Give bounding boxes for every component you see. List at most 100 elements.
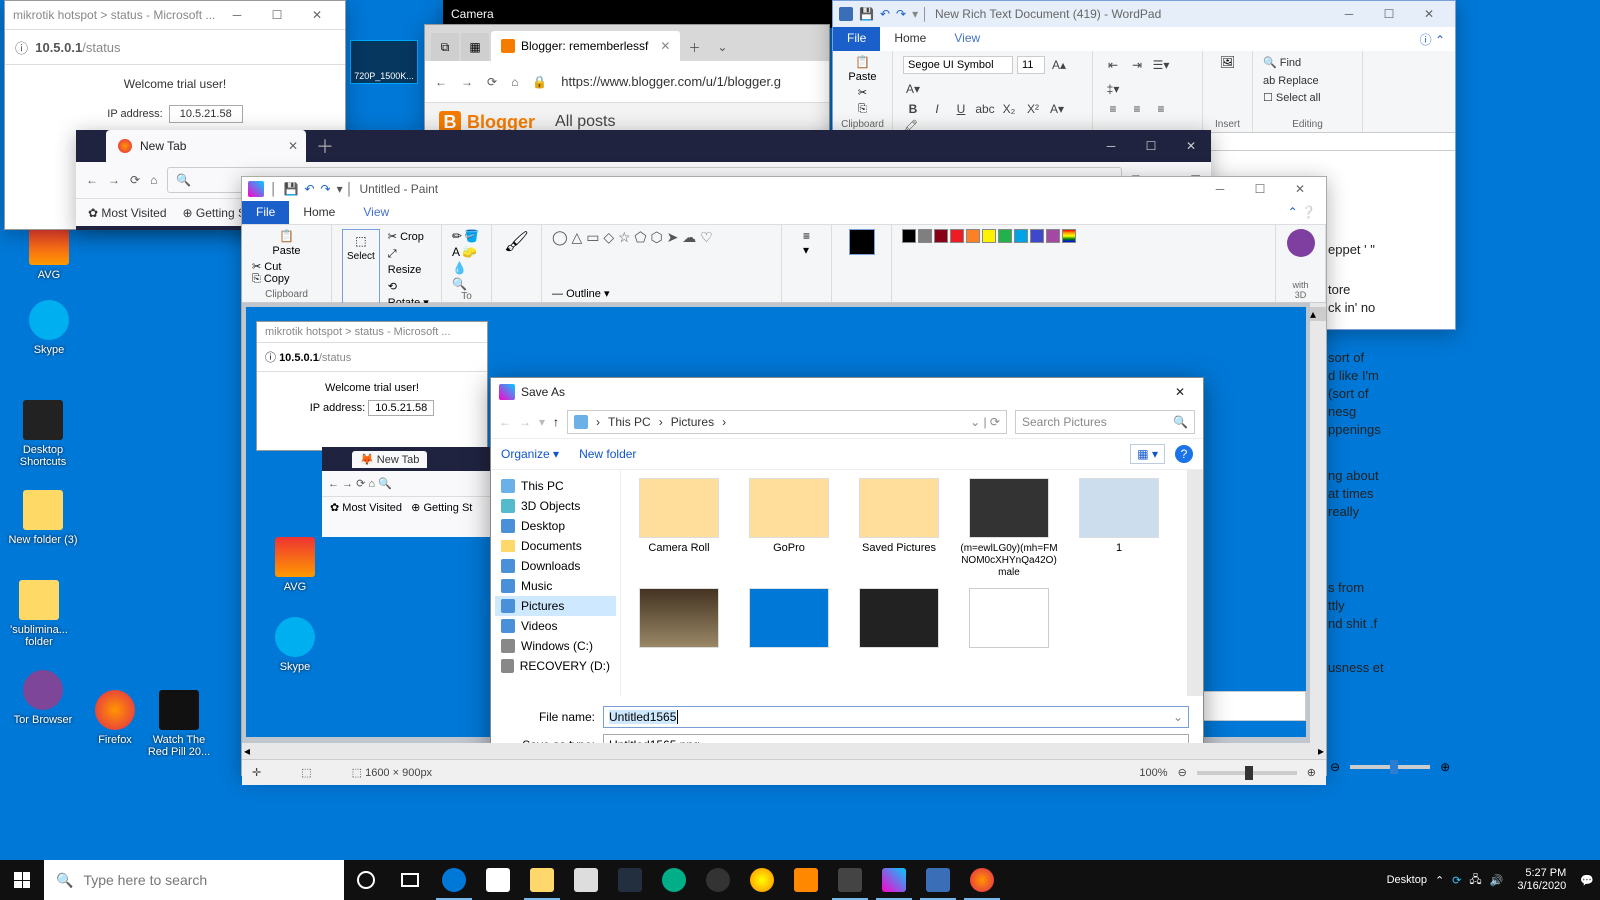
zoom-in-button[interactable]: ⊕: [1307, 766, 1316, 779]
outline-button[interactable]: — Outline ▾: [552, 288, 610, 300]
tab-dropdown-icon[interactable]: ⌄: [708, 33, 736, 61]
vertical-scrollbar[interactable]: ▴: [1310, 303, 1326, 743]
forward-button[interactable]: →: [461, 75, 473, 89]
bookmark-most-visited[interactable]: ✿ Most Visited: [88, 206, 167, 220]
tray-network-icon[interactable]: 🖧: [1469, 871, 1481, 890]
cut-button[interactable]: ✂ Cut: [252, 261, 281, 273]
paste-button[interactable]: 📋Paste: [252, 229, 321, 257]
tab-view[interactable]: View: [940, 27, 994, 51]
desktop-icon-tor[interactable]: Tor Browser: [8, 670, 78, 726]
save-icon[interactable]: 💾: [284, 182, 299, 196]
back-button[interactable]: ←: [86, 173, 98, 187]
reload-button[interactable]: ⟳: [130, 173, 140, 187]
nav-recent-icon[interactable]: ▾: [539, 415, 545, 429]
select-button[interactable]: ⬚Select: [342, 229, 380, 312]
address-bar[interactable]: ⓘ 10.5.0.1/status: [5, 29, 345, 65]
camera-taskbar-icon[interactable]: [828, 860, 872, 900]
close-button[interactable]: ✕: [1409, 0, 1449, 28]
selectall-button[interactable]: ☐ Select all: [1263, 90, 1352, 108]
minimize-button[interactable]: ─: [1091, 132, 1131, 160]
find-button[interactable]: 🔍 Find: [1263, 55, 1352, 73]
resize-button[interactable]: ⤢ Resize: [388, 246, 431, 279]
search-input[interactable]: Search Pictures🔍: [1015, 410, 1195, 434]
copy-button[interactable]: ⎘ Copy: [252, 273, 290, 285]
folder-item[interactable]: Saved Pictures: [849, 478, 949, 578]
underline-button[interactable]: U: [951, 99, 971, 119]
desktop-toolbar[interactable]: Desktop: [1387, 874, 1427, 886]
undo-icon[interactable]: ↶: [880, 7, 890, 21]
crop-button[interactable]: ✂ Crop: [388, 229, 431, 246]
maximize-button[interactable]: ☐: [1131, 132, 1171, 160]
minimize-button[interactable]: ─: [1329, 0, 1369, 28]
filename-input[interactable]: Untitled1565⌄: [603, 706, 1189, 728]
desktop-icon-shortcuts[interactable]: Desktop Shortcuts: [8, 400, 78, 468]
replace-button[interactable]: ab Replace: [1263, 73, 1352, 91]
copy-icon[interactable]: ⎘: [858, 103, 867, 116]
desktop-icon-subliminal[interactable]: 'sublimina... folder: [4, 580, 74, 648]
store-taskbar-icon[interactable]: [476, 860, 520, 900]
align-left-icon[interactable]: ≡: [1103, 99, 1123, 119]
tab-file[interactable]: File: [242, 201, 289, 224]
wordpad-taskbar-icon[interactable]: [916, 860, 960, 900]
close-button[interactable]: ✕: [1171, 132, 1211, 160]
linespacing-icon[interactable]: ‡▾: [1103, 79, 1123, 99]
save-icon[interactable]: 💾: [859, 7, 874, 21]
organize-button[interactable]: Organize ▾: [501, 447, 559, 461]
titlebar-hotspot[interactable]: mikrotik hotspot > status - Microsoft ..…: [5, 1, 345, 29]
vlc-taskbar-icon[interactable]: [784, 860, 828, 900]
zoom-out-button[interactable]: ⊖: [1178, 766, 1187, 779]
tray-notification-icon[interactable]: 💬: [1580, 874, 1594, 887]
font-color-button[interactable]: A▾: [1047, 99, 1067, 119]
folder-item[interactable]: Camera Roll: [629, 478, 729, 578]
close-button[interactable]: ✕: [1165, 385, 1195, 399]
view-button[interactable]: ▦ ▾: [1130, 444, 1165, 464]
amazon-taskbar-icon[interactable]: [608, 860, 652, 900]
help-icon[interactable]: ?: [1175, 445, 1193, 463]
tabs-list-button[interactable]: ▦: [461, 33, 489, 61]
taskbar-thumbnail[interactable]: 720P_1500K...: [350, 40, 418, 84]
image-item[interactable]: (m=ewlLG0y)(mh=FMNOM0cXHYnQa42O)male: [959, 478, 1059, 578]
image-item[interactable]: [739, 588, 839, 652]
wordpad-zoom[interactable]: ⊖⊕: [1330, 760, 1450, 774]
app1-taskbar-icon[interactable]: [696, 860, 740, 900]
tab-view[interactable]: View: [349, 201, 403, 224]
redo-icon[interactable]: ↷: [896, 7, 906, 21]
subscript-button[interactable]: X₂: [999, 99, 1019, 119]
home-button[interactable]: ⌂: [150, 173, 157, 187]
paint-quick-access[interactable]: │ 💾 ↶ ↷ ▾ │ Untitled - Paint ─ ☐ ✕: [242, 177, 1326, 201]
align-right-icon[interactable]: ≡: [1151, 99, 1171, 119]
size-button[interactable]: ≡▾: [803, 229, 810, 257]
home-button[interactable]: ⌂: [511, 75, 518, 89]
undo-icon[interactable]: ↶: [304, 182, 314, 196]
edit-3d-button[interactable]: [1287, 229, 1315, 257]
tray-sync-icon[interactable]: ⟳: [1452, 874, 1461, 887]
forward-button[interactable]: →: [108, 173, 120, 187]
tab-file[interactable]: File: [833, 27, 880, 51]
browser-tab[interactable]: Blogger: rememberlessf ✕: [491, 31, 680, 61]
explorer-taskbar-icon[interactable]: [520, 860, 564, 900]
paint-canvas[interactable]: mikrotik hotspot > status - Microsoft ..…: [242, 303, 1326, 743]
edge-taskbar-icon[interactable]: [432, 860, 476, 900]
refresh-button[interactable]: ⟳: [487, 75, 497, 89]
font-size-select[interactable]: 11: [1017, 56, 1045, 74]
taskbar-search[interactable]: 🔍 Type here to search: [44, 860, 344, 900]
cortana-icon[interactable]: [344, 860, 388, 900]
breadcrumb[interactable]: › This PC › Pictures › ⌄ | ⟳: [567, 410, 1007, 434]
desktop-icon-firefox[interactable]: Firefox: [80, 690, 150, 746]
desktop-icon-avg[interactable]: AVG: [14, 225, 84, 281]
back-button[interactable]: ←: [435, 75, 447, 89]
minimize-button[interactable]: ─: [217, 1, 257, 29]
nav-up-icon[interactable]: ↑: [553, 415, 559, 429]
nav-tree[interactable]: This PC 3D Objects Desktop Documents Dow…: [491, 470, 621, 696]
redo-icon[interactable]: ↷: [321, 182, 331, 196]
url-text[interactable]: https://www.blogger.com/u/1/blogger.g: [561, 74, 781, 89]
close-tab-icon[interactable]: ✕: [288, 139, 298, 153]
shrink-font-icon[interactable]: A▾: [903, 79, 923, 99]
align-center-icon[interactable]: ≡: [1127, 99, 1147, 119]
paste-button[interactable]: 📋Paste: [848, 55, 876, 83]
nav-fwd-icon[interactable]: →: [519, 415, 531, 429]
tab-home[interactable]: Home: [880, 27, 940, 51]
superscript-button[interactable]: X²: [1023, 99, 1043, 119]
quick-access-toolbar[interactable]: 💾 ↶ ↷ ▾ │ New Rich Text Document (419) -…: [833, 1, 1455, 27]
insert-picture-button[interactable]: 🖼: [1220, 55, 1235, 69]
